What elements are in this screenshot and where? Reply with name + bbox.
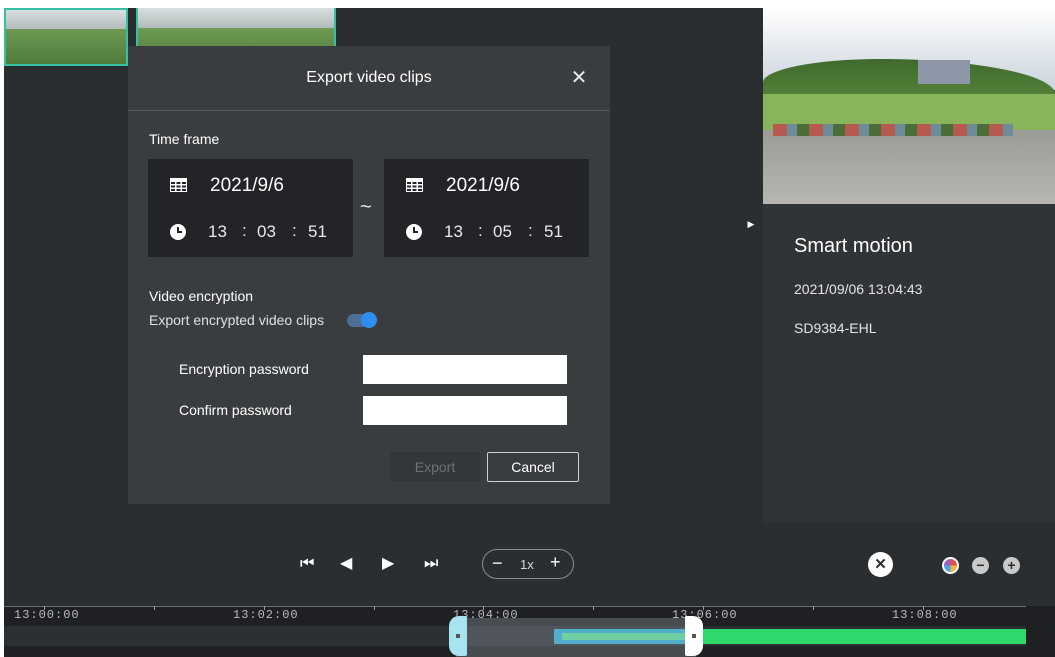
timeline-tick — [154, 606, 155, 610]
export-dialog: Export video clips ✕ Time frame 2021/9/6… — [128, 46, 610, 504]
timeline-tick — [813, 606, 814, 610]
confirm-password-label: Confirm password — [179, 402, 292, 418]
start-datetime-picker[interactable]: 2021/9/6 13 : 03 : 51 — [148, 159, 353, 257]
time-separator: : — [242, 221, 247, 240]
time-separator: : — [478, 221, 483, 240]
event-title: Smart motion — [794, 235, 913, 257]
start-date[interactable]: 2021/9/6 — [210, 175, 284, 197]
confirm-password-input[interactable] — [363, 396, 567, 425]
time-frame-label: Time frame — [149, 131, 220, 147]
encryption-password-input[interactable] — [363, 355, 567, 384]
skip-start-icon[interactable]: ⏮ — [300, 553, 314, 575]
end-date[interactable]: 2021/9/6 — [446, 175, 520, 197]
speed-decrease-button[interactable]: − — [492, 553, 503, 574]
export-button[interactable]: Export — [390, 452, 480, 482]
time-separator: : — [528, 221, 533, 240]
play-icon[interactable]: ▶ — [382, 553, 394, 575]
skip-end-icon[interactable]: ⏭ — [424, 553, 438, 575]
export-selection-range[interactable] — [456, 618, 696, 657]
event-detail-panel — [763, 8, 1055, 522]
step-back-icon[interactable]: ◀ — [340, 553, 352, 575]
end-second[interactable]: 51 — [544, 222, 563, 242]
timeline-axis — [4, 606, 1026, 607]
clock-icon — [170, 224, 186, 240]
video-encryption-heading: Video encryption — [149, 288, 254, 304]
collapse-panel-icon[interactable]: ▶ — [739, 203, 763, 245]
encryption-password-label: Encryption password — [179, 361, 309, 377]
dialog-divider — [128, 110, 610, 111]
time-separator: : — [292, 221, 297, 240]
timeline-tick — [593, 606, 594, 610]
end-hour[interactable]: 13 — [444, 222, 463, 242]
start-hour[interactable]: 13 — [208, 222, 227, 242]
snapshot-ground — [763, 129, 1055, 204]
speed-increase-button[interactable]: + — [550, 552, 561, 573]
app-window: ▶ Smart motion 2021/09/06 13:04:43 SD938… — [0, 0, 1055, 657]
timeline-tick — [374, 606, 375, 610]
grip-icon — [456, 634, 460, 638]
end-minute[interactable]: 05 — [493, 222, 512, 242]
close-icon[interactable]: ✕ — [569, 66, 589, 90]
timeline-label: 13:02:00 — [233, 608, 299, 622]
playback-speed-control: − 1x + — [482, 549, 574, 579]
zoom-out-icon[interactable]: − — [972, 557, 989, 574]
zoom-in-icon[interactable]: + — [1003, 557, 1020, 574]
event-snapshot[interactable] — [763, 8, 1055, 204]
range-start-handle[interactable] — [449, 616, 467, 656]
encryption-toggle[interactable] — [347, 312, 377, 328]
timeline-label: 13:00:00 — [14, 608, 80, 622]
export-encrypted-label: Export encrypted video clips — [149, 312, 325, 328]
range-end-handle[interactable] — [685, 616, 703, 656]
start-minute[interactable]: 03 — [257, 222, 276, 242]
calendar-icon — [170, 178, 187, 192]
start-second[interactable]: 51 — [308, 222, 327, 242]
toggle-knob — [361, 312, 377, 328]
event-timestamp: 2021/09/06 13:04:43 — [794, 281, 923, 297]
clock-icon — [406, 224, 422, 240]
timeline[interactable]: 13:00:00 13:02:00 13:04:00 13:06:00 13:0… — [4, 606, 1055, 657]
cancel-button[interactable]: Cancel — [487, 452, 579, 482]
color-wheel-icon[interactable] — [942, 557, 959, 574]
speed-value: 1x — [520, 557, 534, 572]
snapshot-house — [918, 60, 970, 84]
camera-thumbnail[interactable] — [4, 8, 128, 66]
calendar-icon — [406, 178, 423, 192]
timeline-label: 13:08:00 — [892, 608, 958, 622]
dialog-title: Export video clips — [306, 69, 432, 86]
end-datetime-picker[interactable]: 2021/9/6 13 : 05 : 51 — [384, 159, 589, 257]
grip-icon — [692, 634, 696, 638]
clear-selection-icon[interactable]: ✕ — [868, 552, 893, 577]
range-separator: ~ — [360, 196, 372, 218]
snapshot-flower-pots — [773, 124, 1013, 136]
thumbnail-field — [6, 28, 126, 64]
event-camera-model: SD9384-EHL — [794, 320, 877, 336]
